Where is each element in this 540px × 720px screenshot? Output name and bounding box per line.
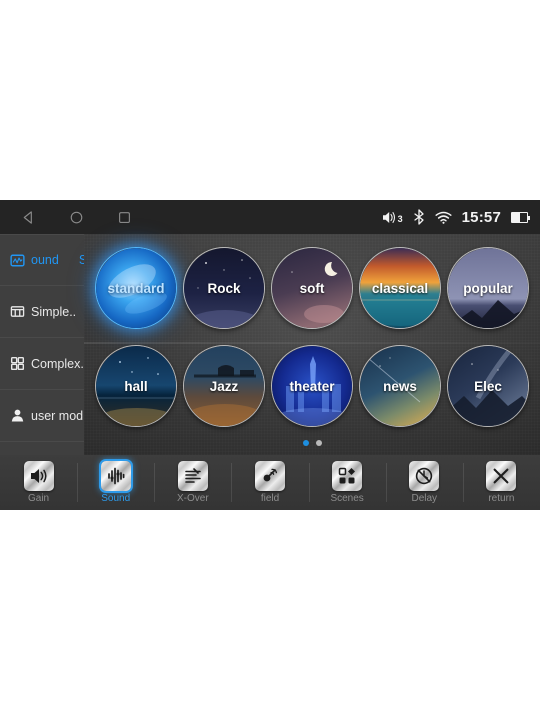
toolbar-item-label: Gain (28, 493, 50, 504)
preset-label: Elec (474, 378, 502, 394)
layout-columns-icon (9, 304, 25, 320)
sidebar-item-simple[interactable]: Simple.. (0, 286, 84, 338)
sidebar-item-label: user mod.. (31, 408, 91, 423)
speaker-gain-icon (23, 461, 54, 491)
preset-label: hall (124, 378, 148, 394)
car-head-unit-screen: 3 15:57 ound S Simple.. Complex... user … (0, 200, 540, 510)
user-icon (9, 408, 25, 424)
sidebar-item-complex[interactable]: Complex... (0, 338, 91, 390)
preset-classical[interactable]: classical (359, 247, 441, 329)
preset-elec[interactable]: Elec (447, 345, 529, 427)
toolbar-item-sound[interactable]: Sound (77, 455, 154, 510)
preset-label: news (383, 378, 417, 394)
clock: 15:57 (461, 208, 501, 226)
battery-icon (511, 211, 530, 223)
preset-label: popular (463, 280, 513, 296)
preset-row-1: standard Rock soft classical popular (84, 240, 540, 336)
bottom-toolbar: Gain Sound X-Over field Scenes Delay ret… (0, 455, 540, 510)
sidebar-item-user-mode[interactable]: user mod.. (0, 390, 90, 442)
scenes-grid-icon (332, 461, 363, 491)
app-body: ound S Simple.. Complex... user mod.. st… (0, 234, 540, 455)
sidebar-item-label: Complex... (31, 356, 91, 371)
sidebar-item-sound[interactable]: ound S (0, 234, 87, 286)
preset-row-2: hall Jazz theater news Elec (84, 338, 540, 434)
page-indicator[interactable] (84, 440, 540, 446)
preset-label: theater (289, 378, 335, 394)
preset-label: Rock (207, 280, 241, 296)
toolbar-item-delay[interactable]: Delay (385, 455, 463, 510)
toolbar-item-label: X-Over (177, 493, 209, 504)
preset-news[interactable]: news (359, 345, 441, 427)
preset-rock[interactable]: Rock (183, 247, 265, 329)
toolbar-item-gain[interactable]: Gain (0, 455, 77, 510)
close-x-icon (486, 461, 517, 491)
home-button[interactable] (66, 207, 86, 227)
android-status-bar: 3 15:57 (0, 200, 540, 234)
sound-preset-panel: standard Rock soft classical popular hal… (84, 234, 540, 455)
preset-label: standard (107, 280, 165, 296)
toolbar-item-scenes[interactable]: Scenes (308, 455, 386, 510)
triangle-left-icon (23, 210, 32, 224)
grid-four-icon (9, 356, 25, 372)
preset-label: Jazz (209, 378, 239, 394)
square-icon (118, 211, 130, 223)
toolbar-item-return[interactable]: return (462, 455, 540, 510)
toolbar-item-label: Scenes (330, 493, 364, 504)
speaker-icon (382, 211, 395, 223)
preset-label: soft (299, 280, 325, 296)
page-dot-2[interactable] (315, 440, 322, 446)
toolbar-item-xover[interactable]: X-Over (154, 455, 231, 510)
navigation-bar (0, 207, 134, 227)
toolbar-item-field[interactable]: field (231, 455, 308, 510)
toolbar-item-label: Sound (101, 493, 131, 504)
preset-popular[interactable]: popular (447, 247, 529, 329)
volume-indicator: 3 (381, 210, 403, 225)
volume-level: 3 (397, 213, 403, 224)
circle-icon (70, 211, 82, 223)
toolbar-item-label: return (488, 493, 515, 504)
sidebar-item-label: ound (31, 253, 59, 267)
sound-field-icon (254, 461, 285, 491)
back-button[interactable] (18, 207, 38, 227)
preset-hall[interactable]: hall (95, 345, 177, 427)
bluetooth-icon (413, 209, 424, 225)
preset-label: classical (371, 280, 429, 296)
sidebar: ound S Simple.. Complex... user mod.. (0, 234, 91, 455)
sidebar-item-label: Simple.. (31, 304, 77, 319)
preset-jazz[interactable]: Jazz (183, 345, 265, 427)
page-dot-1[interactable] (302, 440, 309, 446)
wifi-icon (435, 211, 452, 224)
recents-button[interactable] (114, 207, 134, 227)
status-icons: 3 15:57 (381, 209, 540, 226)
equalizer-icon (100, 461, 131, 491)
toolbar-item-label: Delay (411, 493, 438, 504)
crossover-icon (177, 461, 208, 491)
preset-theater[interactable]: theater (271, 345, 353, 427)
preset-standard[interactable]: standard (95, 247, 177, 329)
toolbar-item-label: field (260, 493, 280, 504)
preset-soft[interactable]: soft (271, 247, 353, 329)
waveform-icon (9, 252, 25, 268)
delay-clock-icon (409, 461, 440, 491)
